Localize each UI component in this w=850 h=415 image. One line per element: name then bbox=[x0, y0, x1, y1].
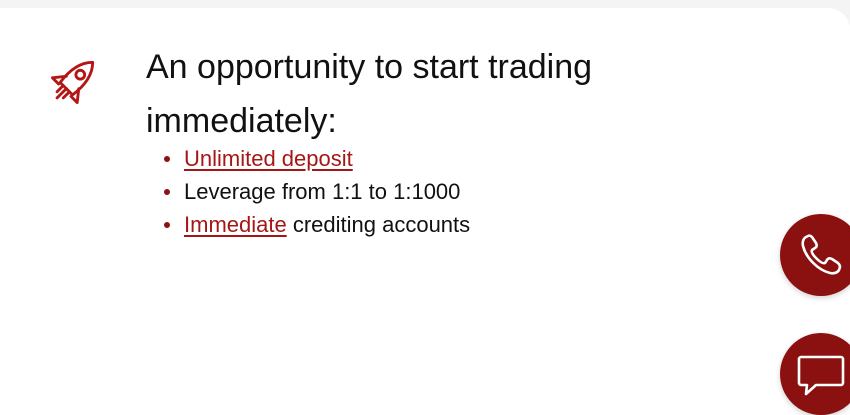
crediting-accounts-text: crediting accounts bbox=[286, 212, 471, 237]
promo-card: An opportunity to start trading immediat… bbox=[0, 8, 850, 415]
phone-icon bbox=[801, 234, 842, 275]
feature-item: Leverage from 1:1 to 1:1000 bbox=[164, 175, 470, 208]
leverage-text: Leverage from 1:1 to 1:1000 bbox=[184, 179, 461, 204]
immediate-link[interactable]: Immediate bbox=[184, 212, 287, 237]
promo-title: An opportunity to start trading immediat… bbox=[146, 48, 593, 140]
feature-item: Immediate crediting accounts bbox=[164, 208, 471, 241]
feature-item: Unlimited deposit bbox=[164, 142, 470, 175]
unlimited-deposit-link[interactable]: Unlimited deposit bbox=[184, 146, 353, 171]
bullet-icon bbox=[164, 222, 170, 228]
feature-list: Unlimited deposit Leverage from 1:1 to 1… bbox=[164, 142, 471, 241]
rocket-icon bbox=[36, 48, 106, 120]
bullet-icon bbox=[164, 189, 170, 195]
bullet-icon bbox=[164, 156, 170, 162]
chat-bubble-icon bbox=[797, 355, 845, 396]
